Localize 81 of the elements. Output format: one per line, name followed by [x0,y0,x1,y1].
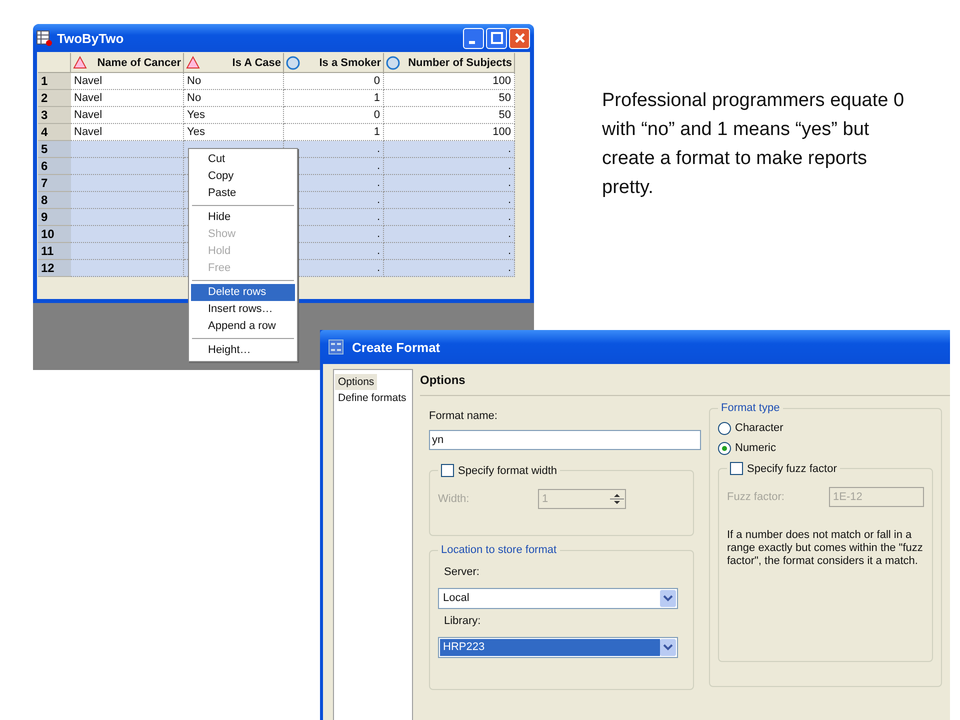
group-label: Location to store format [440,544,558,556]
app-icon [328,339,344,355]
menu-item[interactable]: Append a row [191,318,295,335]
table-cell: . [384,243,515,260]
section-heading: Options [420,369,950,396]
format-name-field[interactable]: yn [429,430,701,450]
slide-text: Professional programmers equate 0 with “no” and 1 means “yes” but create a format to make reports pretty. [602,89,906,200]
row-header[interactable]: 11 [38,243,71,260]
table-cell: 50 [384,90,515,107]
help-text: If a number does not match or fall in a range exactly but comes within the "fuzz factor", the format considers it a match. [727,529,924,568]
spinner-arrows-icon [609,491,625,507]
row-header[interactable]: 9 [38,209,71,226]
row-header[interactable]: 1 [38,73,71,90]
table-cell: 1 [284,90,384,107]
close-button[interactable] [509,28,530,48]
checkbox-label: Specify fuzz factor [747,462,837,474]
radio-button[interactable] [718,422,731,434]
row-header[interactable]: 10 [38,226,71,243]
warning-triangle-icon [73,56,87,69]
table-cell: . [384,192,515,209]
table-cell: 1 [284,124,384,141]
table-cell: 100 [384,124,515,141]
row-header[interactable]: 2 [38,90,71,107]
radio-label: Character [735,422,784,434]
field-label: Format name: [429,410,498,422]
table-cell: 0 [284,107,384,124]
table-cell: . [384,141,515,158]
column-header[interactable]: Number of Subjects [384,53,515,73]
table-icon [36,30,52,46]
table-cell: . [384,158,515,175]
table-cell: . [384,260,515,277]
circle-icon [286,56,300,70]
table-cell: 100 [384,73,515,90]
table-cell: Navel [71,90,184,107]
row-header[interactable]: 12 [38,260,71,277]
window-title: Create Format [352,340,440,354]
row-header[interactable]: 7 [38,175,71,192]
minimize-icon [468,40,474,44]
menu-item[interactable]: Height… [191,342,295,359]
column-header[interactable]: Is a Smoker [284,53,384,73]
table-cell: No [184,90,284,107]
column-header[interactable]: Name of Cancer [71,53,184,73]
field-label: Fuzz factor: [727,491,786,503]
row-header[interactable]: 3 [38,107,71,124]
table-cell: Yes [184,107,284,124]
row-header[interactable]: 4 [38,124,71,141]
table-cell: Yes [184,124,284,141]
field-label: Library: [444,615,482,627]
row-header[interactable]: 8 [38,192,71,209]
table-cell: Navel [71,124,184,141]
close-icon [514,32,526,44]
nav-item[interactable]: Options [335,374,378,390]
library-dropdown[interactable]: HRP223 [438,637,678,658]
nav-item[interactable]: Define formats [335,390,410,406]
radio-button[interactable] [718,442,731,454]
row-header[interactable]: 5 [38,141,71,158]
server-dropdown[interactable]: Local [438,588,678,609]
table-cell: . [384,209,515,226]
radio-label: Numeric [735,442,776,454]
table-cell: . [384,175,515,192]
menu-item[interactable]: Insert rows… [191,301,295,318]
minimize-button[interactable] [463,28,484,48]
table-cell: No [184,73,284,90]
menu-item[interactable]: Delete rows [191,284,295,301]
field-label: Width: [438,493,470,505]
table-cell: 50 [384,107,515,124]
maximize-icon [490,32,502,44]
maximize-button[interactable] [486,28,507,48]
field-label: Server: [444,566,480,578]
checkbox-label: Specify format width [458,464,558,476]
group-label: Format type [720,402,781,414]
window-title: TwoByTwo [57,30,124,46]
column-header[interactable]: Is A Case [184,53,284,73]
table-cell: . [384,226,515,243]
circle-icon [386,56,400,70]
table-cell: 0 [284,73,384,90]
table-cell: . [284,141,384,158]
row-header[interactable]: 6 [38,158,71,175]
warning-triangle-icon [186,56,200,69]
table-cell: Navel [71,73,184,90]
table-cell: Navel [71,107,184,124]
